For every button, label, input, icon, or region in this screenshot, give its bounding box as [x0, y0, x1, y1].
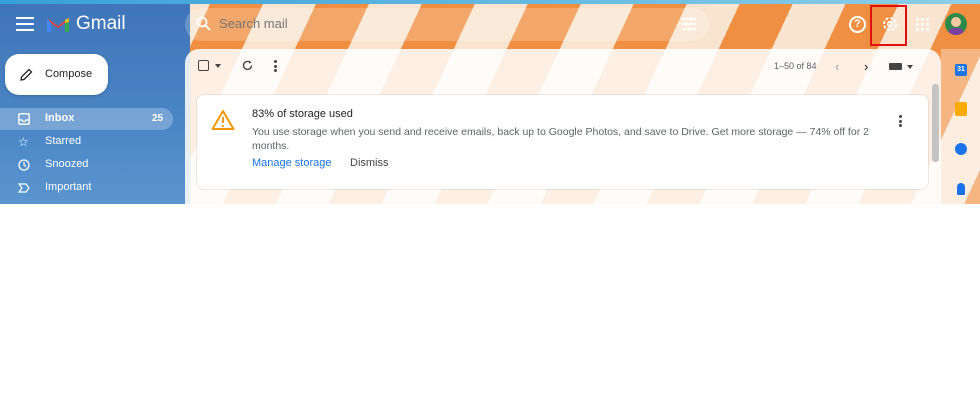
sidebar-item-label: Starred [45, 135, 82, 147]
clock-icon [18, 159, 30, 171]
storage-alert-title: 83% of storage used [252, 108, 353, 120]
contacts-icon[interactable] [957, 183, 965, 195]
sidebar-item-label: Snoozed [45, 158, 89, 170]
sidebar-item-label: Important [45, 181, 92, 193]
settings-highlight-box [870, 5, 907, 46]
older-chevron-left-icon[interactable]: ‹ [835, 59, 839, 74]
inbox-unread-count: 25 [152, 113, 164, 124]
dismiss-button[interactable]: Dismiss [350, 157, 389, 169]
keep-icon[interactable] [955, 102, 967, 116]
search-icon[interactable] [196, 16, 211, 31]
google-apps-icon[interactable] [916, 18, 929, 31]
important-icon [18, 183, 30, 193]
help-icon[interactable]: ? [849, 16, 866, 33]
select-all-checkbox[interactable] [198, 60, 209, 71]
more-options-icon[interactable] [274, 60, 278, 72]
compose-label: Compose [45, 68, 93, 80]
app-name: Gmail [76, 13, 126, 34]
refresh-icon[interactable] [242, 60, 253, 71]
inbox-icon [18, 113, 30, 125]
select-options-chevron-down-icon[interactable] [215, 64, 221, 68]
newer-chevron-right-icon[interactable]: › [864, 59, 868, 74]
input-tools-keyboard-icon[interactable] [889, 63, 902, 70]
star-icon: ☆ [18, 135, 29, 149]
account-avatar[interactable] [945, 13, 967, 35]
gmail-logo-icon [47, 18, 69, 32]
search-options-icon[interactable] [681, 17, 697, 31]
storage-alert-message: You use storage when you send and receiv… [252, 126, 869, 152]
search-input[interactable] [217, 15, 661, 32]
calendar-icon[interactable]: 31 [955, 64, 967, 76]
input-tools-chevron-down-icon[interactable] [907, 65, 913, 69]
tasks-icon[interactable] [955, 143, 967, 155]
main-menu-icon[interactable] [16, 17, 34, 31]
gmail-window: Gmail ? Compose Inbox 25 ☆ Sta [0, 0, 980, 204]
alert-more-options-icon[interactable] [899, 115, 903, 129]
warning-icon [211, 110, 235, 130]
pencil-icon [20, 68, 33, 81]
sidebar-item-label: Inbox [45, 112, 75, 124]
pagination-range: 1–50 of 84 [774, 61, 817, 71]
manage-storage-link[interactable]: Manage storage [252, 157, 332, 169]
mail-list-scrollbar[interactable] [932, 84, 939, 162]
